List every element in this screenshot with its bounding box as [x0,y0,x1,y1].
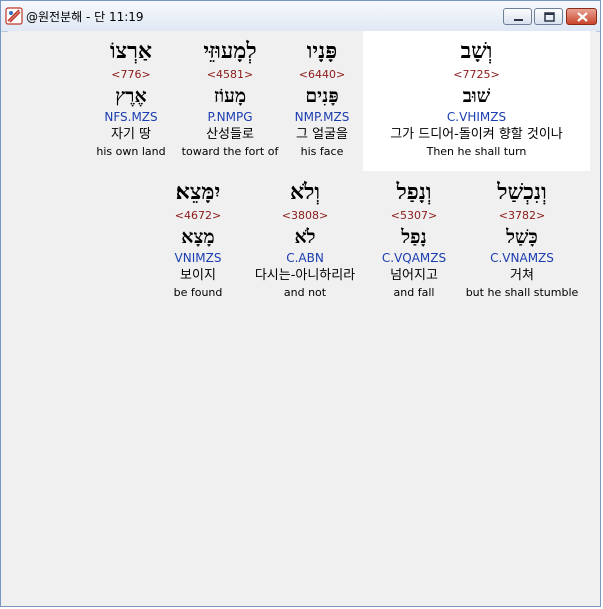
korean-gloss: 그가 드디어-돌이켜 향할 것이나 [390,127,563,142]
english-gloss: and not [283,286,327,299]
window-title: @원전분해 - 단 11:19 [26,10,144,24]
word-cell-1-3[interactable]: יִמָּצֵא׃ <4672> מָצָא VNIMZS 보이지 be fou… [168,177,228,301]
hebrew-word: אַרְצוֹ [109,38,153,64]
hebrew-lemma: שׁוּב [462,85,491,107]
minimize-icon [514,19,523,21]
korean-gloss: 자기 땅 [110,127,151,142]
strong-number[interactable]: <4581> [178,66,282,83]
word-cell-0-3[interactable]: אַרְצוֹ <776> אֶרֶץ NFS.MZS 자기 땅 his own… [88,36,174,160]
korean-gloss: 보이지 [180,268,216,283]
english-gloss: be found [173,286,223,299]
strong-number[interactable]: <6440> [286,66,358,83]
hebrew-lemma: מָצָא [181,226,215,248]
word-cell-0-2[interactable]: לְמָעוּזֵּי <4581> מָעוֹז P.NMPG 산성들로 to… [178,36,282,160]
word-cell-1-2[interactable]: וְלֹא <3808> לֹא C.ABN 다시는-아니하리라 and not [240,177,370,301]
strong-number[interactable]: <776> [88,66,174,83]
english-gloss: toward the fort of [181,145,279,158]
strong-number[interactable]: <3808> [240,207,370,224]
english-gloss: and fall [393,286,435,299]
close-button[interactable] [566,8,597,25]
hebrew-lemma: פָּנִים [305,85,339,107]
minimize-button[interactable] [503,8,532,25]
hebrew-lemma: כָּשַׁל [506,226,538,248]
app-window: @원전분해 - 단 11:19 וְשָׁב <7725> שׁוּב C.VH… [0,0,601,607]
strong-number[interactable]: <7725> [363,66,590,83]
word-cell-1-1[interactable]: וְנָפַל <5307> נָפַל C.VQAMZS 넘어지고 and f… [373,177,455,301]
maximize-icon [544,12,555,22]
strong-number[interactable]: <5307> [373,207,455,224]
hebrew-word: וְנִכְשַׁל [497,179,547,205]
morphology-code: C.VNAMZS [490,251,554,265]
interlinear-panel: וְשָׁב <7725> שׁוּב C.VHIMZS 그가 드디어-돌이켜 … [8,31,596,606]
morphology-code: NMP.MZS [294,110,350,124]
strong-number[interactable]: <4672> [168,207,228,224]
hebrew-word: יִמָּצֵא׃ [175,179,221,205]
hebrew-lemma: אֶרֶץ [115,85,147,107]
morphology-code: NFS.MZS [104,110,158,124]
hebrew-word: וְלֹא [289,179,321,205]
title-bar[interactable]: @원전분해 - 단 11:19 [1,1,600,32]
app-icon[interactable] [5,7,23,25]
korean-gloss: 그 얼굴을 [296,127,348,142]
hebrew-lemma: לֹא [294,226,316,248]
english-gloss: Then he shall turn [426,145,527,158]
hebrew-word: וְנָפַל [396,179,432,205]
english-gloss: but he shall stumble [465,286,579,299]
morphology-code: C.ABN [286,251,324,265]
english-gloss: his own land [96,145,166,158]
morphology-code: C.VHIMZS [446,110,507,124]
close-icon [577,12,588,22]
korean-gloss: 다시는-아니하리라 [254,268,356,283]
english-gloss: his face [300,145,344,158]
hebrew-lemma: מָעוֹז [213,85,247,107]
word-cell-1-0[interactable]: וְנִכְשַׁל <3782> כָּשַׁל C.VNAMZS 거쳐 bu… [460,177,584,301]
korean-gloss: 거쳐 [510,268,534,283]
hebrew-lemma: נָפַל [401,226,427,248]
hebrew-word: פָּנָיו [306,38,338,64]
maximize-button[interactable] [534,8,563,25]
strong-number[interactable]: <3782> [460,207,584,224]
word-cell-0-0[interactable]: וְשָׁב <7725> שׁוּב C.VHIMZS 그가 드디어-돌이켜 … [363,36,590,160]
hebrew-word: לְמָעוּזֵּי [203,38,257,64]
morphology-code: C.VQAMZS [381,251,447,265]
morphology-code: P.NMPG [207,110,253,124]
morphology-code: VNIMZS [174,251,222,265]
hebrew-word: וְשָׁב [460,38,493,64]
korean-gloss: 넘어지고 [390,268,438,283]
word-cell-0-1[interactable]: פָּנָיו <6440> פָּנִים NMP.MZS 그 얼굴을 his… [286,36,358,160]
korean-gloss: 산성들로 [206,127,254,142]
